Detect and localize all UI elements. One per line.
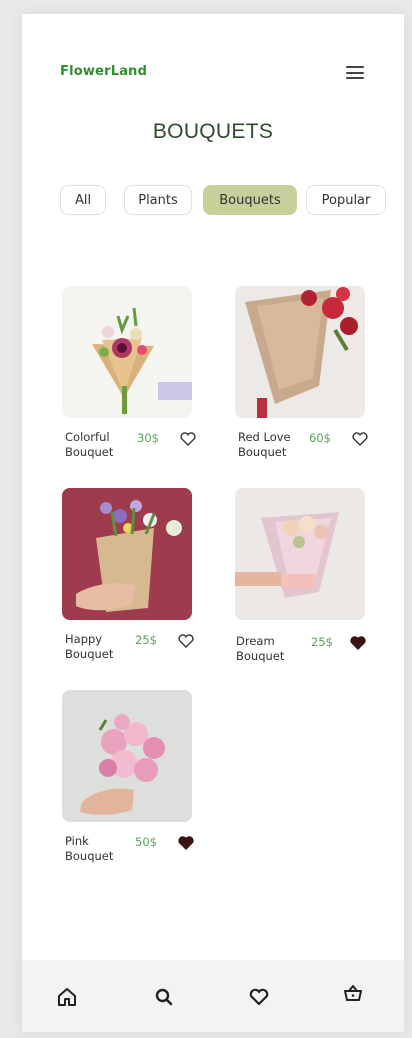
product-price-colorful-bouquet: 30$ xyxy=(137,431,159,445)
product-image-dream-bouquet[interactable] xyxy=(235,488,365,620)
filter-all[interactable]: All xyxy=(60,185,106,215)
colorful-bouquet-illustration xyxy=(62,286,192,418)
favorite-heart-filled-icon[interactable] xyxy=(178,836,194,850)
happy-bouquet-illustration xyxy=(62,488,192,620)
favorite-heart-icon[interactable] xyxy=(352,432,368,446)
pink-bouquet-illustration xyxy=(62,690,192,822)
hamburger-menu-icon[interactable] xyxy=(346,66,364,79)
filter-bouquets[interactable]: Bouquets xyxy=(203,185,297,215)
product-price-red-love-bouquet: 60$ xyxy=(309,431,331,445)
product-price-happy-bouquet: 25$ xyxy=(135,633,157,647)
product-name-red-love-bouquet[interactable]: Red Love Bouquet xyxy=(238,430,300,460)
filter-plants[interactable]: Plants xyxy=(124,185,192,215)
page-title: BOUQUETS xyxy=(152,120,274,143)
search-icon[interactable] xyxy=(153,986,175,1008)
product-image-red-love-bouquet[interactable] xyxy=(235,286,365,418)
product-price-dream-bouquet: 25$ xyxy=(311,635,333,649)
phone-screen: FlowerLand BOUQUETS All Plants Bouquets … xyxy=(22,14,404,1032)
heart-icon[interactable] xyxy=(248,986,270,1008)
product-name-pink-bouquet[interactable]: Pink Bouquet xyxy=(65,834,127,864)
product-image-pink-bouquet[interactable] xyxy=(62,690,192,822)
product-price-pink-bouquet: 50$ xyxy=(135,835,157,849)
filter-popular[interactable]: Popular xyxy=(306,185,386,215)
product-name-happy-bouquet[interactable]: Happy Bouquet xyxy=(65,632,127,662)
product-image-colorful-bouquet[interactable] xyxy=(62,286,192,418)
favorite-heart-icon[interactable] xyxy=(180,432,196,446)
favorite-heart-icon[interactable] xyxy=(178,634,194,648)
brand-logo[interactable]: FlowerLand xyxy=(60,64,147,79)
product-image-happy-bouquet[interactable] xyxy=(62,488,192,620)
product-name-colorful-bouquet[interactable]: Colorful Bouquet xyxy=(65,430,127,460)
dream-bouquet-illustration xyxy=(235,488,365,620)
home-icon[interactable] xyxy=(56,986,78,1008)
basket-icon[interactable] xyxy=(342,982,364,1004)
favorite-heart-filled-icon[interactable] xyxy=(350,636,366,650)
product-name-dream-bouquet[interactable]: Dream Bouquet xyxy=(236,634,298,664)
red-love-bouquet-illustration xyxy=(235,286,365,418)
bottom-nav xyxy=(22,960,404,1032)
